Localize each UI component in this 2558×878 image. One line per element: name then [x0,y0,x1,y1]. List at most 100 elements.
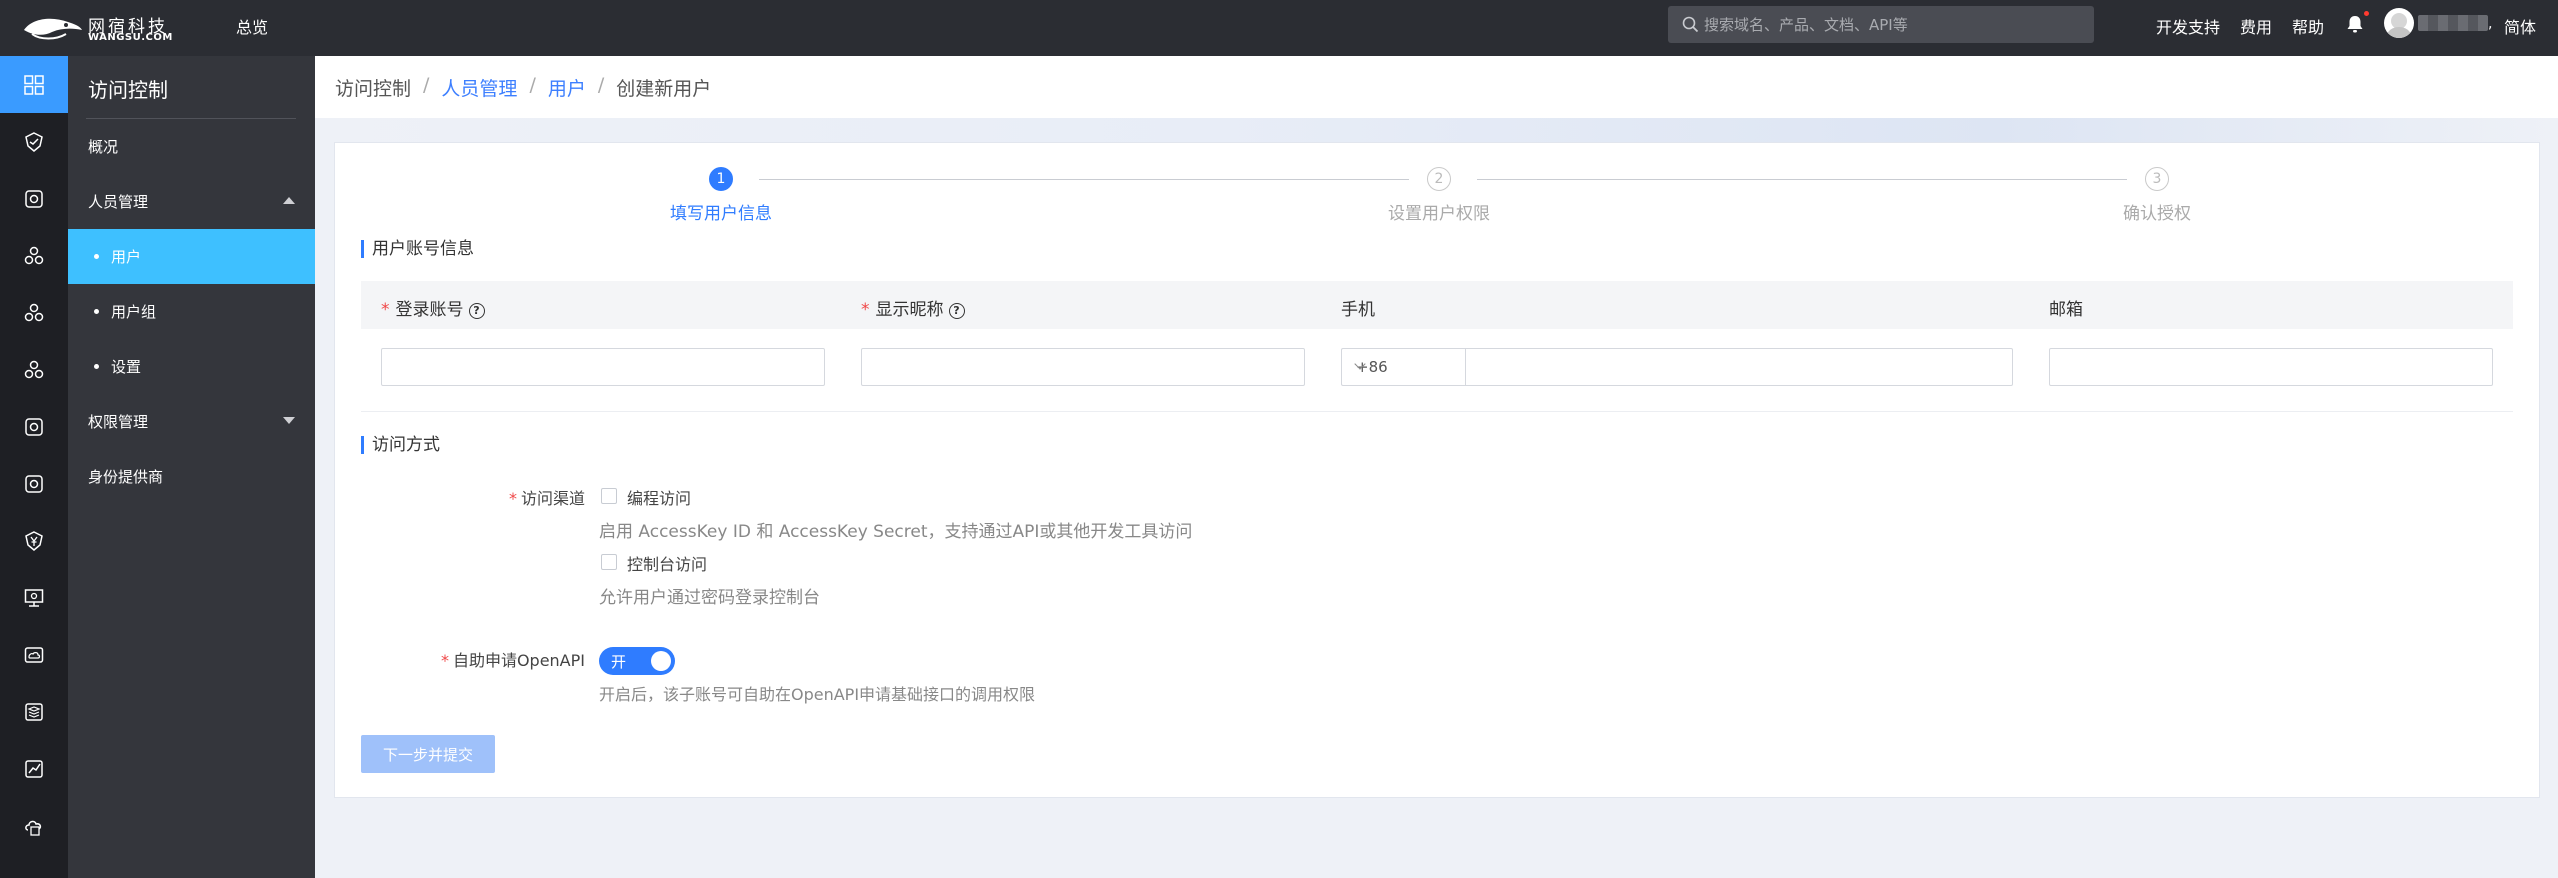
step-3-number: 3 [2145,167,2169,191]
help-question-icon[interactable]: ? [948,303,965,319]
rail-item-dashboard[interactable] [0,56,68,113]
access-channel-label: * 访问渠道 [508,489,585,508]
create-user-card: 1 填写用户信息 2 设置用户权限 3 确认授权 用户账号信息 * 登录账号? *… [334,142,2540,798]
rail-item-cluster-3[interactable] [0,341,68,398]
step-3: 3 确认授权 [2057,167,2257,224]
rail-item-analytics[interactable] [0,740,68,797]
chevron-down-icon [283,417,295,424]
step-connector-2 [1477,179,2127,180]
nav-help[interactable]: 帮助 [2292,14,2324,38]
username-blurred[interactable] [2418,15,2488,31]
header-login: * 登录账号? [381,295,485,320]
cluster-icon [24,246,44,264]
rail-item-protect-3[interactable] [0,455,68,512]
bell-icon [2347,16,2363,33]
rail-item-billing[interactable] [0,512,68,569]
nav-fees[interactable]: 费用 [2240,14,2272,38]
breadcrumb-bar: 访问控制 / 人员管理 / 用户 / 创建新用户 [315,56,2558,118]
user-avatar[interactable] [2384,8,2414,38]
rail-item-cluster-2[interactable] [0,284,68,341]
language-switch[interactable]: 简体 [2504,14,2536,38]
step-2: 2 设置用户权限 [1339,167,1539,224]
cloud-monitor-icon [24,646,44,663]
step-connector-1 [759,179,1409,180]
breadcrumb-current: 创建新用户 [616,78,712,100]
breadcrumb: 访问控制 / 人员管理 / 用户 / 创建新用户 [335,74,712,101]
step-1: 1 填写用户信息 [621,167,821,224]
step-1-number: 1 [709,167,733,191]
account-table-header: * 登录账号? * 显示昵称? 手机 邮箱 [361,281,2513,329]
programmatic-access-hint: 启用 AccessKey ID 和 AccessKey Secret，支持通过A… [599,522,1193,542]
step-3-label: 确认授权 [2123,204,2191,224]
yen-icon [25,530,43,551]
chart-icon [25,759,43,778]
sidebar-item-perm-mgmt[interactable]: 权限管理 [68,394,315,449]
step-2-number: 2 [1427,167,1451,191]
notification-dot [2364,11,2369,16]
search-input[interactable] [1704,6,2088,43]
programmatic-access-label[interactable]: 编程访问 [627,485,691,509]
sidebar: 访问控制 概况 人员管理 用户 用户组 设置 权限管理 身份提供商 [68,56,315,878]
help-question-icon[interactable]: ? [468,303,485,319]
grid-icon [24,74,44,95]
nav-dev-support[interactable]: 开发支持 [2156,14,2220,38]
header-phone: 手机 [1341,300,1375,320]
section-title-access: 访问方式 [361,436,440,454]
search-icon [1682,16,1699,33]
shield-badge-icon [25,417,43,436]
step-1-label: 填写用户信息 [670,204,772,224]
openapi-label: * 自助申请OpenAPI [440,651,585,670]
header-email: 邮箱 [2049,300,2083,320]
sidebar-title: 访问控制 [88,78,168,102]
sidebar-item-overview[interactable]: 概况 [68,119,315,174]
logo-mark-icon [24,18,82,40]
rail-item-cloud-doc[interactable] [0,797,68,854]
rail-item-protect[interactable] [0,170,68,227]
global-search[interactable] [1668,6,2094,43]
sidebar-item-user-groups[interactable]: 用户组 [68,284,315,339]
email-input[interactable] [2049,348,2493,386]
country-code-select[interactable]: +86 [1341,348,1465,386]
cluster-icon [24,303,44,321]
cloud-doc-icon [25,820,42,836]
sidebar-item-settings[interactable]: 设置 [68,339,315,394]
nickname-input[interactable] [861,348,1305,386]
openapi-hint: 开启后，该子账号可自助在OpenAPI申请基础接口的调用权限 [599,685,1036,704]
notification-bell-icon[interactable] [2346,11,2369,34]
sidebar-item-idp[interactable]: 身份提供商 [68,449,315,504]
shield-badge-icon [25,474,43,493]
product-rail [0,56,68,878]
breadcrumb-users[interactable]: 用户 [548,74,586,101]
breadcrumb-root: 访问控制 [335,78,412,100]
shield-icon [25,131,43,152]
nav-overview[interactable]: 总览 [236,14,268,38]
header-nickname: * 显示昵称? [861,295,965,320]
sidebar-item-users[interactable]: 用户 [68,229,315,284]
next-submit-button[interactable]: 下一步并提交 [361,735,495,773]
shield-badge-icon [25,189,43,208]
phone-input[interactable] [1465,348,2013,386]
sidebar-item-people-mgmt[interactable]: 人员管理 [68,174,315,229]
stepper: 1 填写用户信息 2 设置用户权限 3 确认授权 [335,143,2541,233]
openapi-toggle[interactable]: 开 [599,647,675,675]
stack-icon [25,702,43,721]
console-access-label[interactable]: 控制台访问 [627,551,707,575]
chevron-up-icon [283,197,295,204]
cluster-icon [24,360,44,378]
rail-item-storage[interactable] [0,683,68,740]
breadcrumb-people[interactable]: 人员管理 [441,74,517,101]
rail-item-cloud-monitor[interactable] [0,626,68,683]
rail-item-cluster-1[interactable] [0,227,68,284]
wangsu-logo[interactable]: 网宿科技 WANGSU.COM [22,10,192,46]
step-2-label: 设置用户权限 [1388,204,1490,224]
programmatic-access-checkbox[interactable] [601,488,617,504]
console-access-hint: 允许用户通过密码登录控制台 [599,588,820,608]
rail-item-security[interactable] [0,113,68,170]
logo-text-en: WANGSU.COM [88,32,173,43]
rail-item-monitor[interactable] [0,569,68,626]
rail-item-protect-2[interactable] [0,398,68,455]
console-access-checkbox[interactable] [601,554,617,570]
top-bar: 网宿科技 WANGSU.COM 总览 开发支持 费用 帮助 , 简体 [0,0,2558,56]
login-account-input[interactable] [381,348,825,386]
section-divider [361,411,2513,412]
